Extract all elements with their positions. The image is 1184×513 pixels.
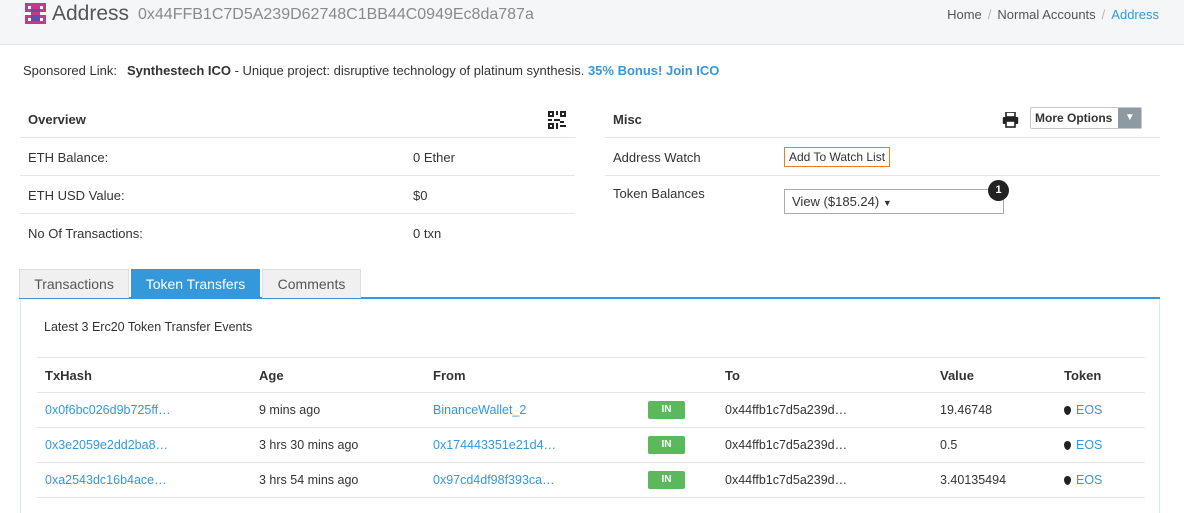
token-link[interactable]: EOS [1076,438,1102,452]
table-row: 0x0f6bc026d9b725ff… 9 mins ago BinanceWa… [37,392,1145,428]
breadcrumb: Home / Normal Accounts / Address [947,7,1159,22]
tab-bar: Transactions Token Transfers Comments [19,269,1160,299]
misc-title: Misc [613,112,642,127]
qr-code-icon[interactable] [548,111,566,129]
token-link[interactable]: EOS [1076,403,1102,417]
token-balances-select[interactable]: View ($185.24) ▼ [784,189,1004,214]
sponsored-text: - Unique project: disruptive technology … [230,63,588,78]
sponsored-link: Sponsored Link: Synthestech ICO - Unique … [23,63,719,78]
token-count-badge: 1 [988,180,1009,201]
tx-hash-link[interactable]: 0x3e2059e2dd2ba8… [45,438,168,452]
col-from: From [425,357,638,393]
tx-value: 0.5 [932,427,1056,463]
col-to: To [717,357,932,393]
eth-balance-label: ETH Balance: [28,150,109,165]
tx-count-value: 0 txn [413,226,442,241]
tx-hash-link[interactable]: 0xa2543dc16b4ace… [45,473,167,487]
chevron-down-icon: ▼ [1118,108,1142,128]
more-options-button[interactable]: More Options ▼ [1030,107,1143,129]
overview-panel: Overview ETH Balance: 0 Ether ETH USD Val… [20,100,575,252]
table-row: 0xa2543dc16b4ace… 3 hrs 54 mins ago 0x97… [37,462,1145,498]
page-title: Address [52,2,130,25]
from-address-link[interactable]: BinanceWallet_2 [433,403,526,417]
tx-value: 19.46748 [932,392,1056,428]
eth-usd-value: $0 [413,188,428,203]
col-direction [638,357,717,393]
token-transfers-table: TxHash Age From To Value Token 0x0f6bc02… [37,357,1145,498]
tab-transactions[interactable]: Transactions [19,269,129,298]
breadcrumb-home[interactable]: Home [947,7,982,22]
table-row: 0x3e2059e2dd2ba8… 3 hrs 30 mins ago 0x17… [37,427,1145,463]
direction-badge: IN [648,471,685,489]
print-icon[interactable] [1002,112,1019,128]
token-link[interactable]: EOS [1076,473,1102,487]
direction-badge: IN [648,401,685,419]
address-avatar-icon [25,3,46,24]
sponsored-cta-link[interactable]: 35% Bonus! Join ICO [588,63,719,78]
from-address-link[interactable]: 0x97cd4df98f393ca… [433,473,555,487]
token-balances-label: Token Balances [613,186,705,201]
tx-hash-link[interactable]: 0x0f6bc026d9b725ff… [45,403,171,417]
token-transfers-panel: Latest 3 Erc20 Token Transfer Events TxH… [20,299,1160,513]
token-balances-select-label: View ($185.24) [792,194,880,209]
to-address: 0x44ffb1c7d5a239d… [717,427,932,463]
col-value: Value [932,357,1056,393]
eos-token-icon [1064,406,1071,415]
eos-token-icon [1064,476,1071,485]
col-txhash: TxHash [37,357,251,393]
more-options-label: More Options [1035,111,1113,125]
eth-balance-value: 0 Ether [413,150,455,165]
add-to-watch-list-button[interactable]: Add To Watch List [784,147,891,167]
eos-token-icon [1064,441,1071,450]
breadcrumb-normal-accounts[interactable]: Normal Accounts [997,7,1095,22]
breadcrumb-address: Address [1111,7,1159,22]
col-token: Token [1056,357,1145,393]
misc-panel: Misc More Options ▼ Address Watch Add To… [605,100,1160,214]
sponsored-name[interactable]: Synthestech ICO [127,63,231,78]
table-header-row: TxHash Age From To Value Token [37,357,1145,393]
to-address: 0x44ffb1c7d5a239d… [717,392,932,428]
direction-badge: IN [648,436,685,454]
address-hash: 0x44FFB1C7D5A239D62748C1BB44C0949Ec8da78… [138,6,534,23]
tx-age: 3 hrs 54 mins ago [251,462,425,498]
tx-value: 3.40135494 [932,462,1056,498]
sponsored-label: Sponsored Link: [23,63,117,78]
address-watch-label: Address Watch [613,150,701,165]
transfers-summary: Latest 3 Erc20 Token Transfer Events [44,320,253,334]
tx-age: 9 mins ago [251,392,425,428]
tab-token-transfers[interactable]: Token Transfers [131,269,260,298]
caret-down-icon: ▼ [882,198,892,208]
eth-usd-label: ETH USD Value: [28,188,125,203]
overview-title: Overview [28,112,86,127]
to-address: 0x44ffb1c7d5a239d… [717,462,932,498]
col-age: Age [251,357,425,393]
from-address-link[interactable]: 0x174443351e21d4… [433,438,556,452]
page-header: Address 0x44FFB1C7D5A239D62748C1BB44C094… [0,0,1184,45]
tab-comments[interactable]: Comments [262,269,361,298]
tx-age: 3 hrs 30 mins ago [251,427,425,463]
tx-count-label: No Of Transactions: [28,226,143,241]
